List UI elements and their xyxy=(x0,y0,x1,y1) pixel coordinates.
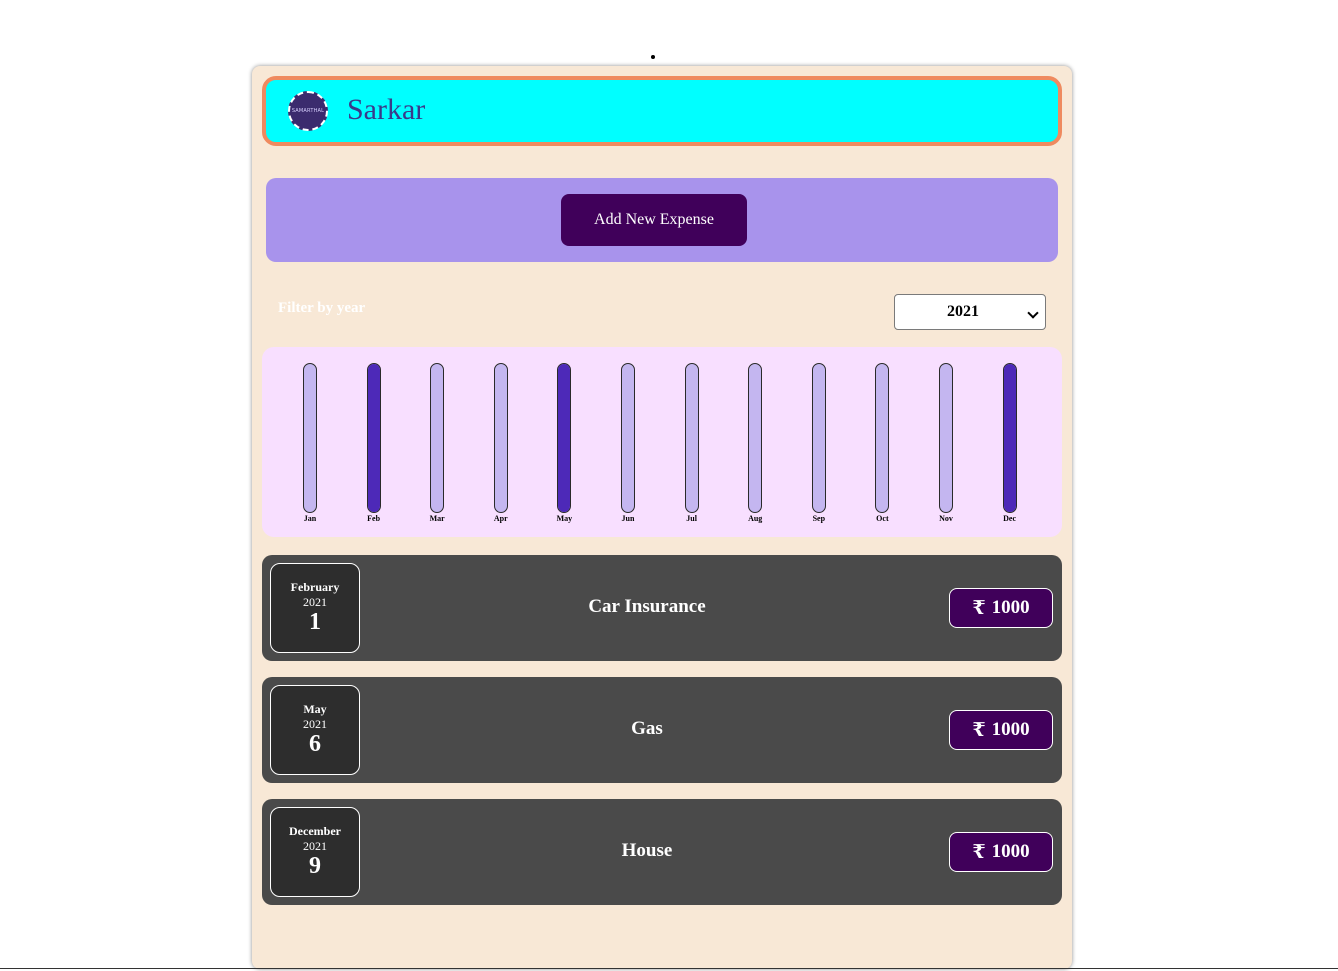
page-bottom-border xyxy=(0,968,1338,969)
logo: SAMARTHAL xyxy=(288,91,328,131)
expense-item: May 2021 6 Gas ₹ 1000 xyxy=(262,677,1062,783)
chart-bar-track xyxy=(939,363,953,513)
chart-bar-track xyxy=(748,363,763,513)
expense-item: February 2021 1 Car Insurance ₹ 1000 xyxy=(262,555,1062,661)
expense-amount-value: 1000 xyxy=(991,597,1030,618)
expense-app: SAMARTHAL Sarkar Add New Expense Filter … xyxy=(252,66,1072,969)
expense-day: 1 xyxy=(309,609,321,635)
chart-bar-track xyxy=(557,363,572,513)
rupee-icon: ₹ xyxy=(972,841,986,863)
expense-amount: ₹ 1000 xyxy=(949,832,1053,872)
expense-year: 2021 xyxy=(303,595,327,609)
chart-bar-label: Dec xyxy=(1003,514,1017,523)
expense-day: 9 xyxy=(309,853,321,879)
stray-dot xyxy=(651,55,655,59)
expense-month: May xyxy=(303,702,327,716)
logo-text: SAMARTHAL xyxy=(291,108,325,114)
year-select-value: 2021 xyxy=(947,303,979,320)
chart-bar-label: Nov xyxy=(939,514,953,523)
chart-bar-label: Sep xyxy=(812,514,826,523)
rupee-icon: ₹ xyxy=(972,719,986,741)
expense-amount: ₹ 1000 xyxy=(949,710,1053,750)
chart-bar-fill xyxy=(367,364,380,512)
chart-bar-label: Feb xyxy=(367,514,381,523)
expense-year: 2021 xyxy=(303,839,327,853)
expense-year: 2021 xyxy=(303,717,327,731)
chart-bar-label: Jul xyxy=(686,514,697,523)
expense-title: Gas xyxy=(631,718,663,739)
expense-date: May 2021 6 xyxy=(270,685,360,775)
chart-bar-track xyxy=(875,363,890,513)
chart-bar-label: May xyxy=(556,514,573,523)
chart-bar-track xyxy=(684,363,699,513)
chart-bar-label: Mar xyxy=(429,514,445,523)
chart-bar-track xyxy=(811,363,826,513)
add-new-expense-button[interactable]: Add New Expense xyxy=(561,194,747,246)
expense-month: February xyxy=(290,580,340,594)
chart-bar-track xyxy=(1002,363,1017,513)
chart-bar-track xyxy=(430,363,445,513)
chart-bar-label: Jan xyxy=(303,514,317,523)
expense-date: February 2021 1 xyxy=(270,563,360,653)
chart-bar-label: Apr xyxy=(493,514,508,523)
chart-bar-label: Oct xyxy=(876,514,889,523)
filter-by-year-label: Filter by year xyxy=(278,300,366,316)
rupee-icon: ₹ xyxy=(972,597,986,619)
expense-amount-value: 1000 xyxy=(991,841,1030,862)
expense-date: December 2021 9 xyxy=(270,807,360,897)
chart-bar-track xyxy=(621,363,635,513)
new-expense-panel: Add New Expense xyxy=(266,178,1058,262)
chart-bar-label: Jun xyxy=(621,514,635,523)
expense-item: December 2021 9 House ₹ 1000 xyxy=(262,799,1062,905)
monthly-expense-chart: Jan Feb Mar Apr May Jun Jul Aug Sep Oct Nov Dec xyxy=(262,347,1062,537)
chart-bar-label: Aug xyxy=(748,514,763,523)
app-title: Sarkar xyxy=(347,93,426,126)
chart-bar-track xyxy=(303,363,317,513)
expense-title: House xyxy=(621,840,673,861)
app-header: SAMARTHAL Sarkar xyxy=(262,76,1062,146)
expense-amount-value: 1000 xyxy=(991,719,1030,740)
chart-bar-fill xyxy=(558,364,571,512)
expense-day: 6 xyxy=(309,731,321,757)
year-select[interactable]: 2021 xyxy=(894,294,1046,330)
expense-title: Car Insurance xyxy=(588,596,706,617)
expense-month: December xyxy=(289,824,341,838)
chart-bar-track xyxy=(493,363,508,513)
expense-amount: ₹ 1000 xyxy=(949,588,1053,628)
chart-bar-track xyxy=(366,363,381,513)
chart-bar-fill xyxy=(1003,364,1016,512)
